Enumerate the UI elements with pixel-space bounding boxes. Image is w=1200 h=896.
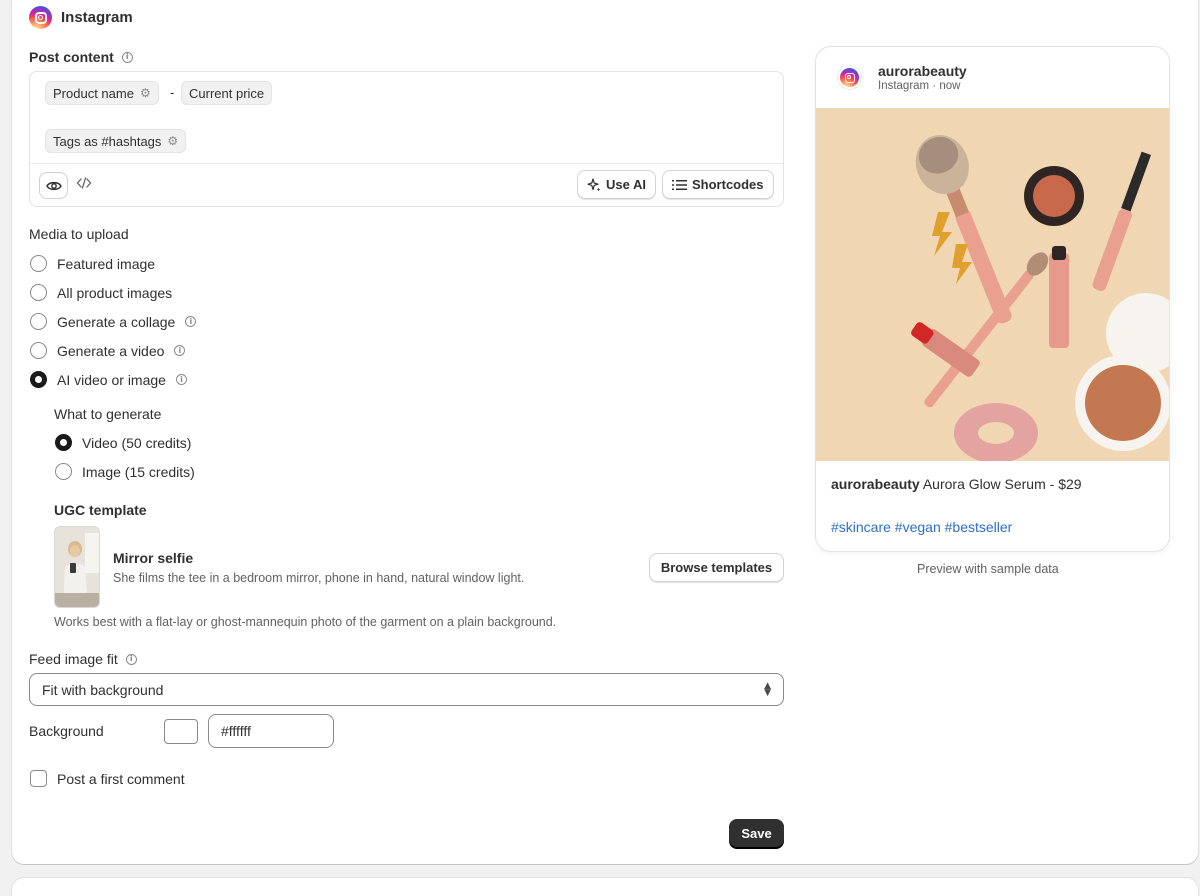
info-icon[interactable]: i [175,374,187,385]
chip-label: Product name [53,85,134,101]
radio-button-selected[interactable] [55,434,72,451]
instagram-icon [840,68,859,87]
radio-button[interactable] [30,342,47,359]
template-hint: Works best with a flat-lay or ghost-mann… [54,615,557,629]
next-card [12,878,1198,896]
chip-label: Current price [189,85,265,101]
radio-button[interactable] [30,284,47,301]
code-icon [76,177,92,189]
preview-toggle-button[interactable] [39,172,68,199]
chip-label: Tags as #hashtags [53,133,162,149]
option-label: Generate a video [57,342,165,359]
media-to-upload-label: Media to upload [29,226,129,242]
template-name: Mirror selfie [113,550,194,566]
use-ai-button[interactable]: Use AI [577,170,656,199]
editor-toolbar: Use AI Shortcodes [30,163,783,207]
list-icon [672,179,687,190]
template-description: She films the tee in a bedroom mirror, p… [113,571,525,585]
generate-option-video[interactable]: Video (50 credits) [55,434,191,451]
post-content-label-text: Post content [29,49,114,65]
radio-button[interactable] [55,463,72,480]
shortcodes-button[interactable]: Shortcodes [662,170,774,199]
media-option-featured[interactable]: Featured image [30,255,155,272]
what-to-generate-label: What to generate [54,406,162,422]
feed-image-fit-label: Feed image fit i [29,651,137,667]
avatar [837,65,862,90]
caption-text: Aurora Glow Serum - $29 [922,476,1082,492]
eye-icon [45,181,62,190]
preview-caption: aurorabeauty Aurora Glow Serum - $29 [831,476,1082,492]
chip-product-name[interactable]: Product name ⚙ [45,81,159,105]
option-label: Featured image [57,255,156,272]
ugc-template-label: UGC template [54,502,147,518]
hex-value: #ffffff [221,723,251,739]
option-label: Generate a collage [57,313,176,330]
preview-header: aurorabeauty Instagram · now [816,47,1169,108]
radio-button[interactable] [30,255,47,272]
template-thumbnail[interactable] [54,526,100,608]
use-ai-label: Use AI [606,177,646,192]
info-icon[interactable]: i [125,653,137,665]
feed-image-fit-label-text: Feed image fit [29,651,118,667]
option-label: All product images [57,284,173,301]
background-hex-input[interactable]: #ffffff [208,714,334,748]
mirror-selfie-image [55,527,99,607]
background-color-swatch[interactable] [164,719,198,744]
first-comment-checkbox[interactable] [30,770,47,787]
feed-image-fit-select[interactable]: Fit with background ▲ ▼ [29,673,784,706]
option-label: Image (15 credits) [82,463,195,480]
first-comment-checkbox-row[interactable]: Post a first comment [30,770,185,787]
radio-button[interactable] [30,313,47,330]
preview-product-image [816,108,1169,461]
shortcodes-label: Shortcodes [692,177,764,192]
media-option-video[interactable]: Generate a video i [30,342,186,359]
option-label: AI video or image [57,371,166,388]
card-header: Instagram [29,6,133,29]
preview-meta: Instagram · now [878,80,961,92]
generate-option-image[interactable]: Image (15 credits) [55,463,195,480]
gear-icon[interactable]: ⚙ [140,86,151,100]
radio-button-selected[interactable] [30,371,47,388]
caption-username: aurorabeauty [831,476,920,492]
post-content-label: Post content i [29,49,133,65]
info-icon[interactable]: i [174,345,186,356]
info-icon[interactable]: i [121,51,133,63]
save-button[interactable]: Save [729,819,784,848]
sparkle-icon [587,177,601,191]
background-label: Background [29,723,104,739]
instagram-icon [29,6,52,29]
instagram-post-preview: aurorabeauty Instagram · now aurorabeaut… [815,46,1170,552]
option-label: Video (50 credits) [82,434,192,451]
media-option-all-images[interactable]: All product images [30,284,172,301]
select-value: Fit with background [42,681,164,698]
code-view-button[interactable] [76,176,92,193]
post-content-editor[interactable]: Product name ⚙ - Current price Tags as #… [29,71,784,207]
first-comment-label: Post a first comment [57,770,185,787]
info-icon[interactable]: i [185,316,197,327]
chip-current-price[interactable]: Current price [181,81,273,105]
media-option-collage[interactable]: Generate a collage i [30,313,197,330]
chip-tags[interactable]: Tags as #hashtags ⚙ [45,129,187,153]
preview-username: aurorabeauty [878,63,967,79]
select-chevron-icon: ▲ ▼ [764,680,771,698]
gear-icon[interactable]: ⚙ [167,134,178,148]
preview-note: Preview with sample data [917,562,1059,576]
browse-templates-button[interactable]: Browse templates [649,553,784,582]
makeup-flatlay-image [816,108,1169,461]
chip-separator: - [170,85,175,100]
preview-hashtags: #skincare #vegan #bestseller [831,519,1013,535]
media-option-ai-video-image[interactable]: AI video or image i [30,371,187,388]
app-title: Instagram [61,9,133,26]
